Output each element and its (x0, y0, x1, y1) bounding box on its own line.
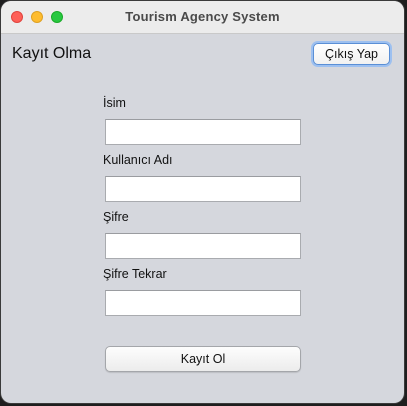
password-input[interactable] (105, 233, 301, 259)
window-title: Tourism Agency System (125, 9, 280, 24)
name-label: İsim (103, 96, 126, 110)
app-window: Tourism Agency System Kayıt Olma Çıkış Y… (1, 1, 404, 403)
page-title: Kayıt Olma (12, 45, 92, 62)
password-repeat-input[interactable] (105, 290, 301, 316)
username-input[interactable] (105, 176, 301, 202)
password-repeat-label: Şifre Tekrar (103, 267, 167, 281)
logout-button[interactable]: Çıkış Yap (313, 43, 390, 65)
name-input[interactable] (105, 119, 301, 145)
register-button[interactable]: Kayıt Ol (105, 346, 301, 372)
username-label: Kullanıcı Adı (103, 153, 173, 167)
password-label: Şifre (103, 210, 129, 224)
title-bar[interactable]: Tourism Agency System (1, 1, 404, 34)
